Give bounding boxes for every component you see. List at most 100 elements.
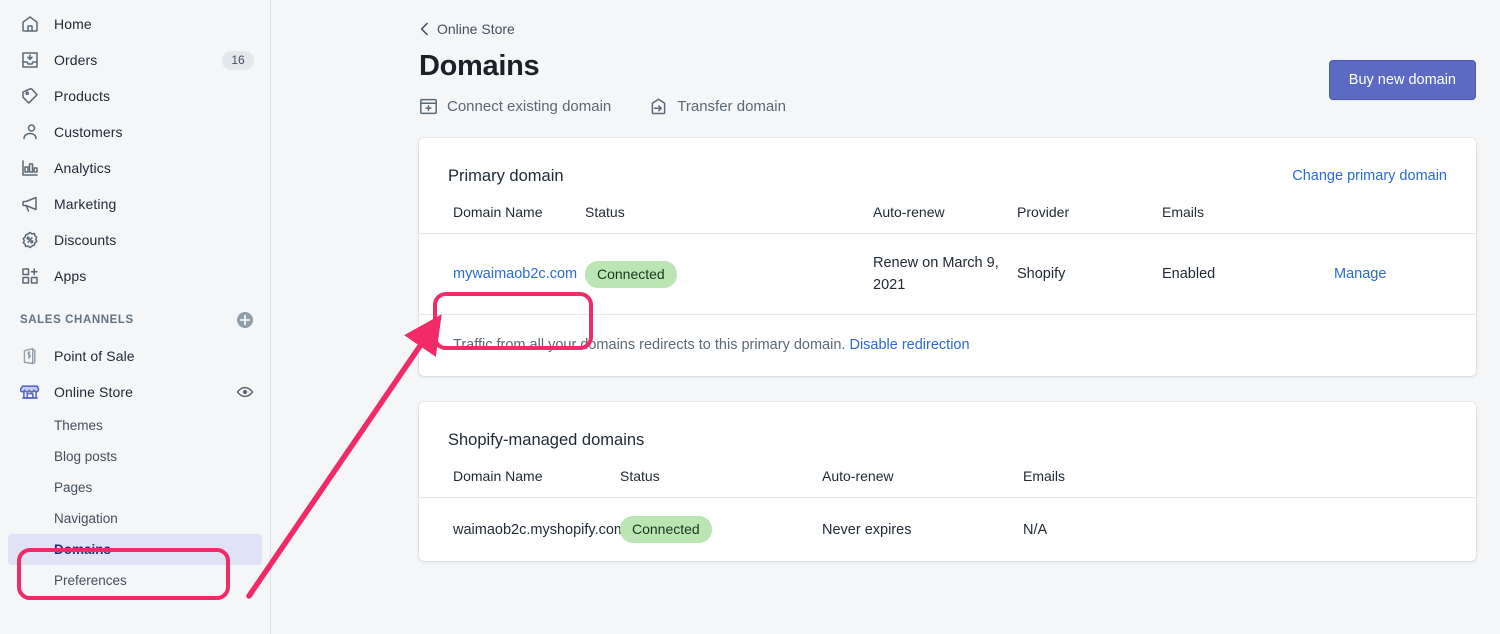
sidebar-item-apps[interactable]: Apps <box>8 258 262 294</box>
managed-domain-autorenew-cell: Never expires <box>822 498 1023 562</box>
primary-domain-autorenew-cell: Renew on March 9, 2021 <box>873 234 1017 315</box>
sidebar-item-discounts[interactable]: Discounts <box>8 222 262 258</box>
table-header-row: Domain Name Status Auto-renew Emails <box>419 456 1476 498</box>
managed-domain-emails-cell: N/A <box>1023 498 1476 562</box>
table-header-row: Domain Name Status Auto-renew Provider E… <box>419 192 1476 234</box>
analytics-bars-icon <box>20 158 40 178</box>
sales-channels-section-header: SALES CHANNELS <box>8 304 262 336</box>
breadcrumb-label: Online Store <box>437 21 515 37</box>
sidebar-item-themes[interactable]: Themes <box>8 410 262 441</box>
sidebar-item-orders[interactable]: Orders 16 <box>8 42 262 78</box>
chevron-left-icon <box>419 22 430 36</box>
redirection-footer: Traffic from all your domains redirects … <box>419 314 1476 376</box>
sub-item-label: Blog posts <box>54 449 117 464</box>
column-header: Domain Name <box>419 456 620 498</box>
sidebar-item-label: Marketing <box>54 196 116 212</box>
sidebar-item-home[interactable]: Home <box>8 6 262 42</box>
marketing-megaphone-icon <box>20 194 40 214</box>
table-row: mywaimaob2c.com Connected Renew on March… <box>419 234 1476 315</box>
sidebar-item-analytics[interactable]: Analytics <box>8 150 262 186</box>
manage-link[interactable]: Manage <box>1334 266 1386 282</box>
status-badge: Connected <box>620 516 712 543</box>
sub-item-label: Pages <box>54 480 92 495</box>
sidebar-item-label: Analytics <box>54 160 111 176</box>
sidebar-item-label: Orders <box>54 52 97 68</box>
apps-grid-plus-icon <box>20 266 40 286</box>
point-of-sale-bag-icon <box>20 346 40 366</box>
action-label: Transfer domain <box>677 98 786 115</box>
sidebar-item-preferences[interactable]: Preferences <box>8 565 262 596</box>
primary-domain-card-header: Primary domain Change primary domain <box>419 138 1476 192</box>
plus-circle-icon[interactable] <box>236 311 254 329</box>
primary-domain-name-cell: mywaimaob2c.com <box>419 234 585 315</box>
eye-icon[interactable] <box>236 383 254 401</box>
sidebar-item-pages[interactable]: Pages <box>8 472 262 503</box>
change-primary-domain-link[interactable]: Change primary domain <box>1292 168 1447 184</box>
orders-icon <box>20 50 40 70</box>
column-header: Provider <box>1017 192 1162 234</box>
transfer-domain-action[interactable]: Transfer domain <box>649 97 786 116</box>
column-header: Auto-renew <box>822 456 1023 498</box>
column-header: Auto-renew <box>873 192 1017 234</box>
sub-item-label: Domains <box>54 542 111 557</box>
primary-domain-name-link[interactable]: mywaimaob2c.com <box>453 266 577 282</box>
breadcrumb[interactable]: Online Store <box>419 18 515 40</box>
sidebar-item-domains[interactable]: Domains <box>8 534 262 565</box>
column-header: Status <box>620 456 822 498</box>
sidebar-item-label: Customers <box>54 124 123 140</box>
disable-redirection-link[interactable]: Disable redirection <box>849 337 969 353</box>
sidebar-item-label: Discounts <box>54 232 116 248</box>
sidebar-item-label: Products <box>54 88 110 104</box>
column-header: Emails <box>1023 456 1476 498</box>
shopify-managed-domains-card: Shopify-managed domains Domain Name Stat… <box>419 402 1476 561</box>
orders-count-badge: 16 <box>222 51 254 70</box>
column-header: Status <box>585 192 873 234</box>
section-title: SALES CHANNELS <box>20 314 134 326</box>
sub-item-label: Preferences <box>54 573 127 588</box>
sidebar: Home Orders 16 Products <box>0 0 271 634</box>
column-header <box>1334 192 1476 234</box>
primary-domain-status-cell: Connected <box>585 234 873 315</box>
redirection-text: Traffic from all your domains redirects … <box>453 337 845 353</box>
shopify-managed-domains-table: Domain Name Status Auto-renew Emails wai… <box>419 456 1476 561</box>
connect-existing-domain-action[interactable]: Connect existing domain <box>419 97 611 116</box>
discounts-percent-icon <box>20 230 40 250</box>
sidebar-item-point-of-sale[interactable]: Point of Sale <box>8 338 262 374</box>
main-content: Online Store Domains Connect existing do… <box>271 0 1500 634</box>
sidebar-item-online-store[interactable]: Online Store <box>8 374 262 410</box>
shopify-managed-domains-card-header: Shopify-managed domains <box>419 402 1476 456</box>
primary-domain-manage-cell: Manage <box>1334 234 1476 315</box>
products-tag-icon <box>20 86 40 106</box>
primary-domain-emails-cell: Enabled <box>1162 234 1334 315</box>
column-header: Domain Name <box>419 192 585 234</box>
sub-item-label: Navigation <box>54 511 118 526</box>
action-label: Connect existing domain <box>447 98 611 115</box>
buy-new-domain-button[interactable]: Buy new domain <box>1329 60 1476 100</box>
primary-domain-card: Primary domain Change primary domain Dom… <box>419 138 1476 376</box>
primary-domain-table: Domain Name Status Auto-renew Provider E… <box>419 192 1476 314</box>
connect-domain-icon <box>419 97 438 116</box>
sidebar-item-label: Home <box>54 16 92 32</box>
sidebar-item-customers[interactable]: Customers <box>8 114 262 150</box>
sidebar-item-label: Online Store <box>54 384 133 400</box>
status-badge: Connected <box>585 261 677 288</box>
home-icon <box>20 14 40 34</box>
sidebar-item-blog-posts[interactable]: Blog posts <box>8 441 262 472</box>
sidebar-item-marketing[interactable]: Marketing <box>8 186 262 222</box>
sidebar-item-label: Point of Sale <box>54 348 135 364</box>
online-store-icon <box>20 382 40 402</box>
customers-person-icon <box>20 122 40 142</box>
sidebar-item-label: Apps <box>54 268 86 284</box>
managed-domain-name-cell: waimaob2c.myshopify.com <box>419 498 620 562</box>
transfer-domain-icon <box>649 97 668 116</box>
card-title: Shopify-managed domains <box>448 431 644 450</box>
sidebar-item-navigation[interactable]: Navigation <box>8 503 262 534</box>
card-title: Primary domain <box>448 167 564 186</box>
primary-domain-provider-cell: Shopify <box>1017 234 1162 315</box>
shopify-admin-window: Home Orders 16 Products <box>0 0 1500 634</box>
column-header: Emails <box>1162 192 1334 234</box>
managed-domain-status-cell: Connected <box>620 498 822 562</box>
sidebar-item-products[interactable]: Products <box>8 78 262 114</box>
table-row: waimaob2c.myshopify.com Connected Never … <box>419 498 1476 562</box>
sub-item-label: Themes <box>54 418 103 433</box>
